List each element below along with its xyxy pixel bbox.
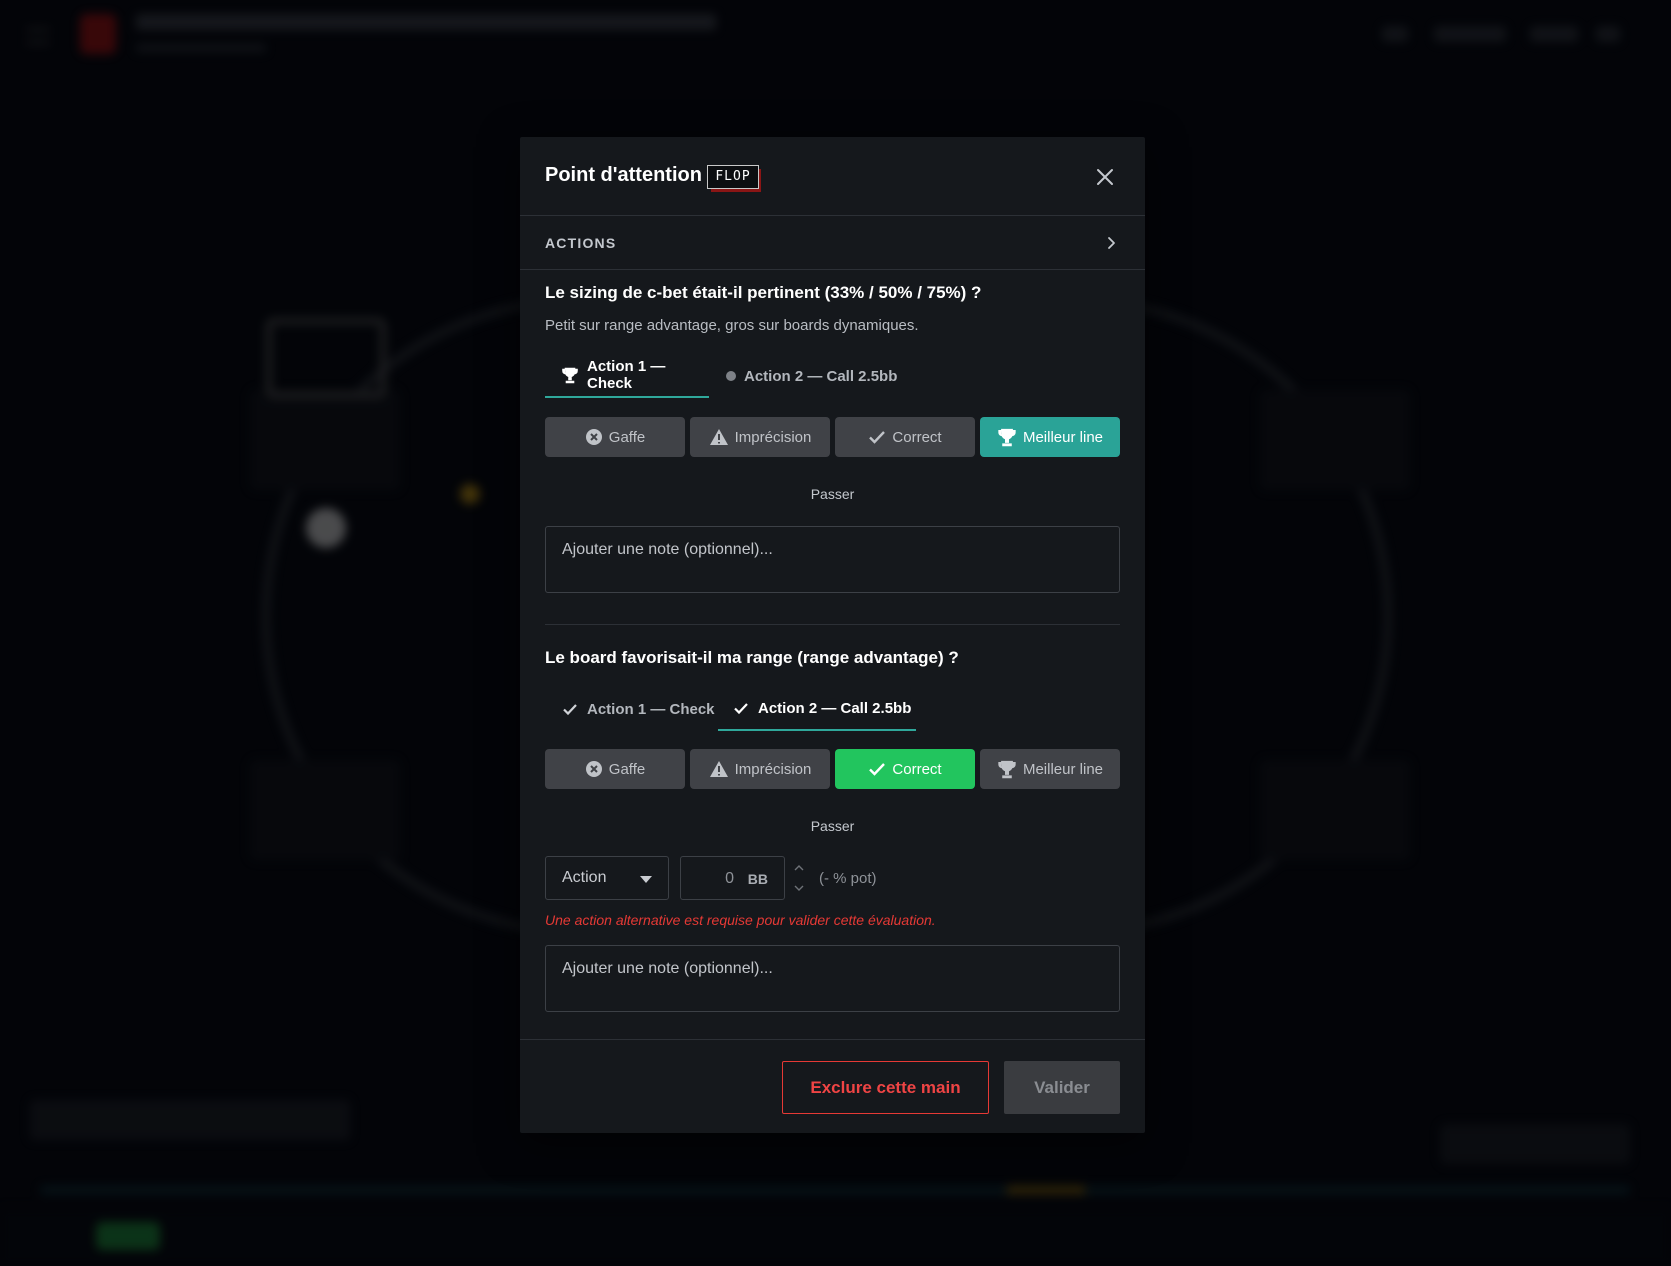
chevron-down-icon xyxy=(640,876,652,883)
close-button[interactable] xyxy=(1090,162,1120,192)
check-icon xyxy=(561,700,579,718)
bet-amount-value: 0 xyxy=(725,870,734,887)
tab-action-1[interactable]: Action 1 — Check xyxy=(545,354,709,398)
street-badge: FLOP xyxy=(707,165,763,194)
rating-label: Meilleur line xyxy=(1022,428,1104,446)
bet-amount-input[interactable]: 0 BB xyxy=(680,856,785,900)
check-icon xyxy=(869,431,886,444)
skip-button[interactable]: Passer xyxy=(545,486,1120,502)
trophy-icon xyxy=(561,366,579,384)
rating-label: Imprécision xyxy=(734,428,812,446)
rating-label: Gaffe xyxy=(608,428,646,446)
trophy-icon xyxy=(998,760,1016,779)
rating-label: Correct xyxy=(892,760,942,778)
stepper-icon[interactable] xyxy=(793,860,805,896)
rating-gaffe-button[interactable]: Gaffe xyxy=(545,749,685,789)
trophy-icon xyxy=(998,428,1016,447)
validate-button[interactable]: Valider xyxy=(1004,1061,1120,1114)
modal-header: Point d'attention FLOP xyxy=(520,137,1145,216)
warning-icon xyxy=(709,761,728,777)
rating-correct-button[interactable]: Correct xyxy=(835,749,975,789)
tab-label: Action 2 — Call 2.5bb xyxy=(758,699,912,717)
dot-icon xyxy=(726,371,736,381)
rating-buttons: Gaffe Imprécision Correct Meilleur line xyxy=(545,749,1120,789)
action-select[interactable]: Action xyxy=(545,856,669,900)
exclude-hand-button[interactable]: Exclure cette main xyxy=(782,1061,989,1114)
close-icon xyxy=(1097,169,1113,185)
action-tabs: Action 1 — Check Action 2 — Call 2.5bb xyxy=(545,687,1120,731)
check-icon xyxy=(869,763,886,776)
x-circle-icon xyxy=(585,761,602,777)
actions-section-toggle[interactable]: ACTIONS xyxy=(520,216,1145,270)
tab-action-2[interactable]: Action 2 — Call 2.5bb xyxy=(718,687,916,731)
modal-title: Point d'attention xyxy=(545,164,702,186)
rating-imprecision-button[interactable]: Imprécision xyxy=(690,417,830,457)
check-icon xyxy=(732,699,750,717)
tab-label: Action 1 — Check xyxy=(587,358,666,392)
bet-amount-unit: BB xyxy=(747,871,768,887)
rating-label: Correct xyxy=(892,428,942,446)
question-description: Petit sur range advantage, gros sur boar… xyxy=(545,317,919,334)
question-title: Le sizing de c-bet était-il pertinent (3… xyxy=(545,283,982,302)
street-badge-label: FLOP xyxy=(707,165,759,189)
chevron-right-icon xyxy=(1108,237,1115,249)
rating-label: Imprécision xyxy=(734,760,812,778)
alternative-action-row: Action 0 BB (- % pot) xyxy=(545,856,1120,900)
rating-buttons: Gaffe Imprécision Correct Meilleur line xyxy=(545,417,1120,457)
rating-correct-button[interactable]: Correct xyxy=(835,417,975,457)
tab-label: Action 1 — Check xyxy=(587,700,715,718)
validation-error: Une action alternative est requise pour … xyxy=(545,912,936,928)
skip-button[interactable]: Passer xyxy=(545,818,1120,834)
rating-best-line-button[interactable]: Meilleur line xyxy=(980,749,1120,789)
rating-gaffe-button[interactable]: Gaffe xyxy=(545,417,685,457)
rating-label: Meilleur line xyxy=(1022,760,1104,778)
action-select-value: Action xyxy=(562,869,607,886)
note-input[interactable] xyxy=(545,526,1120,593)
attention-point-modal: Point d'attention FLOP ACTIONS Le sizing… xyxy=(520,137,1145,1133)
x-circle-icon xyxy=(585,429,602,445)
tab-action-1[interactable]: Action 1 — Check xyxy=(561,687,715,731)
modal-footer: Exclure cette main Valider xyxy=(520,1039,1145,1133)
question-title: Le board favorisait-il ma range (range a… xyxy=(545,648,959,667)
tab-label: Action 2 — Call 2.5bb xyxy=(744,367,898,385)
rating-label: Gaffe xyxy=(608,760,646,778)
note-input[interactable] xyxy=(545,945,1120,1012)
actions-section-label: ACTIONS xyxy=(545,235,617,251)
action-tabs: Action 1 — Check Action 2 — Call 2.5bb xyxy=(545,354,1120,398)
pot-percent: (- % pot) xyxy=(819,870,877,887)
tab-action-2[interactable]: Action 2 — Call 2.5bb xyxy=(726,354,897,398)
divider xyxy=(545,624,1120,625)
rating-best-line-button[interactable]: Meilleur line xyxy=(980,417,1120,457)
warning-icon xyxy=(709,429,728,445)
rating-imprecision-button[interactable]: Imprécision xyxy=(690,749,830,789)
